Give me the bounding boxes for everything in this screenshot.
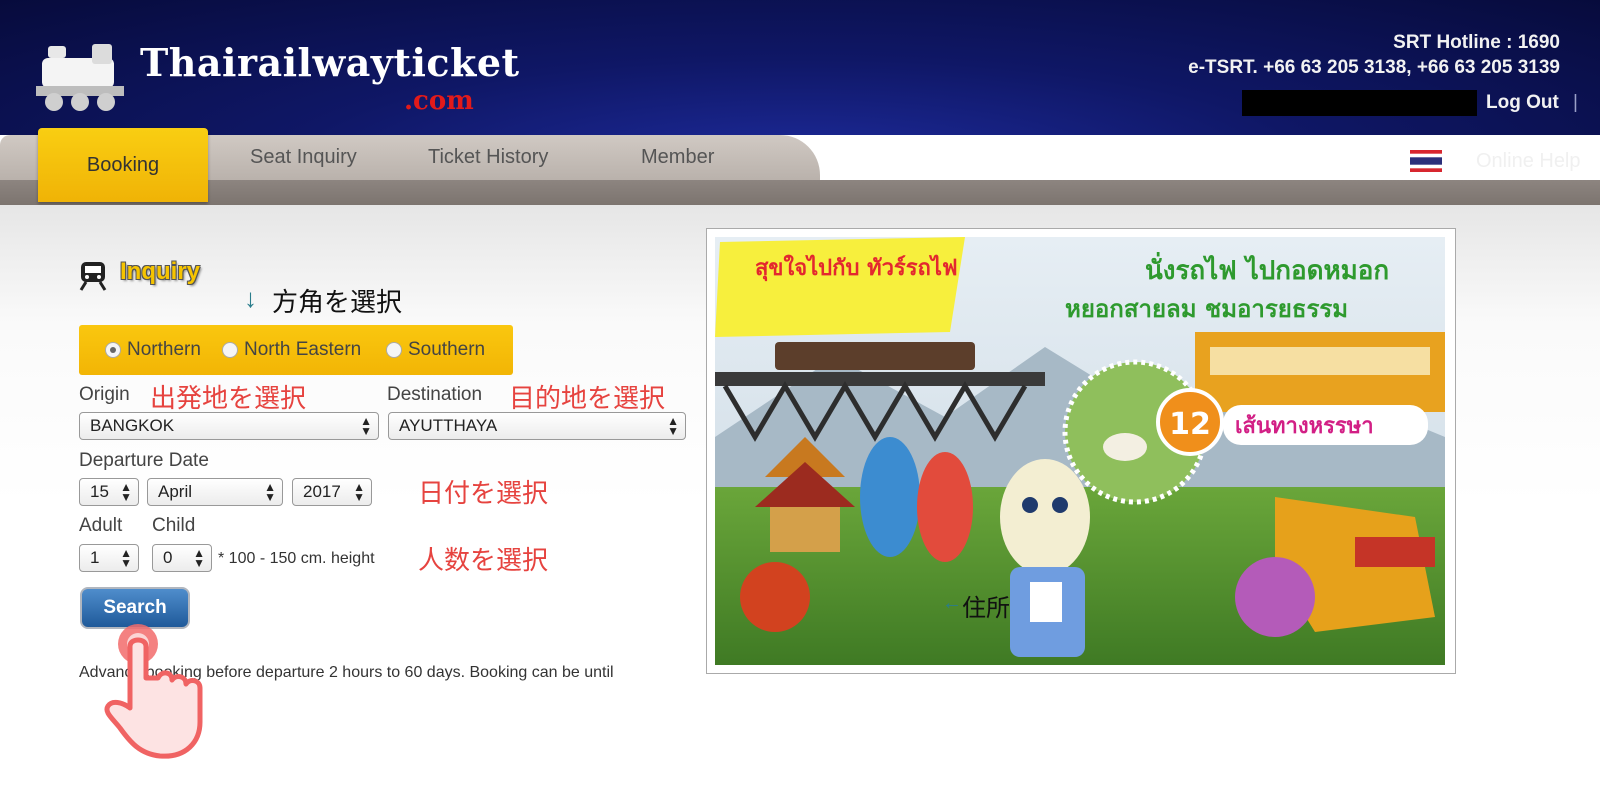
annotation-address: 住所 xyxy=(962,595,1010,622)
annotation-origin: 出発地を選択 xyxy=(150,383,307,413)
hotline-line-2: e-TSRT. +66 63 205 3138, +66 63 205 3139 xyxy=(1188,57,1560,78)
child-value: 0 xyxy=(163,548,173,567)
height-note: * 100 - 150 cm. height xyxy=(218,550,375,567)
train-icon xyxy=(79,262,107,291)
inquiry-title: Inquiry xyxy=(120,258,201,285)
select-arrows-icon: ▲ ▼ xyxy=(193,546,205,570)
child-select[interactable]: 0 ▲ ▼ xyxy=(152,544,212,572)
select-arrows-icon: ▲ ▼ xyxy=(360,414,372,438)
select-arrows-icon: ▲ ▼ xyxy=(120,546,132,570)
annotation-direction-arrow: ↓ xyxy=(244,283,257,313)
year-select[interactable]: 2017 ▲ ▼ xyxy=(292,478,372,506)
tab-ticket-history[interactable]: Ticket History xyxy=(428,146,548,169)
adult-value: 1 xyxy=(90,548,100,567)
pointing-hand-icon xyxy=(104,624,203,759)
radio-north-eastern[interactable]: North Eastern xyxy=(222,339,361,361)
thai-flag-icon[interactable] xyxy=(1410,150,1442,172)
tour-banner[interactable]: สุขใจไปกับ ทัวร์รถไฟ นั่งรถไฟ ไปกอดหมอก … xyxy=(706,228,1456,674)
destination-select[interactable]: AYUTTHAYA ▲ ▼ xyxy=(388,412,686,440)
radio-label-southern: Southern xyxy=(408,339,486,360)
origin-label: Origin xyxy=(79,384,130,405)
child-label: Child xyxy=(152,515,196,536)
mascot-shape xyxy=(1000,459,1090,657)
adult-label: Adult xyxy=(79,515,123,536)
train-logo-icon[interactable] xyxy=(30,38,130,116)
tab-seat-inquiry[interactable]: Seat Inquiry xyxy=(250,146,357,169)
banner-tagline-1: สุขใจไปกับ ทัวร์รถไฟ xyxy=(755,254,958,282)
banner-badge-text: เส้นทางหรรษา xyxy=(1235,414,1374,439)
radio-dot[interactable] xyxy=(222,342,238,358)
logo-suffix[interactable]: .com xyxy=(404,86,474,116)
radio-label-northern: Northern xyxy=(127,339,201,360)
logo-text[interactable]: Thairailwayticket xyxy=(140,40,520,85)
annotation-address-arrow: ← xyxy=(942,592,962,614)
select-arrows-icon: ▲ ▼ xyxy=(120,480,132,504)
select-arrows-icon: ▲ ▼ xyxy=(353,480,365,504)
radio-dot[interactable] xyxy=(386,342,402,358)
day-select[interactable]: 15 ▲ ▼ xyxy=(79,478,139,506)
annotation-destination: 目的地を選択 xyxy=(509,383,666,413)
departure-date-label: Departure Date xyxy=(79,450,209,471)
year-value: 2017 xyxy=(303,482,341,501)
origin-value: BANGKOK xyxy=(90,416,175,435)
month-select[interactable]: April ▲ ▼ xyxy=(147,478,283,506)
banner-badge-number: 12 xyxy=(1169,407,1211,442)
redacted-username xyxy=(1242,90,1477,116)
radio-dot-selected[interactable] xyxy=(105,342,121,358)
hotline-line-1: SRT Hotline : 1690 xyxy=(1393,32,1560,53)
adult-select[interactable]: 1 ▲ ▼ xyxy=(79,544,139,572)
online-help-link[interactable]: Online Help xyxy=(1476,150,1581,173)
banner-headline-2: หยอกสายลม ชมอารยธรรม xyxy=(1065,295,1348,323)
logout-separator: | xyxy=(1573,92,1578,113)
banner-image: สุขใจไปกับ ทัวร์รถไฟ นั่งรถไฟ ไปกอดหมอก … xyxy=(715,237,1445,665)
annotation-date: 日付を選択 xyxy=(418,478,549,508)
destination-label: Destination xyxy=(387,384,483,405)
destination-value: AYUTTHAYA xyxy=(399,416,498,435)
hotline-info: SRT Hotline : 1690 e-TSRT. +66 63 205 31… xyxy=(1188,30,1560,80)
month-value: April xyxy=(158,482,193,501)
day-value: 15 xyxy=(90,482,109,501)
nav-underbar xyxy=(0,180,1600,205)
radio-label-north-eastern: North Eastern xyxy=(244,339,362,360)
tab-booking[interactable]: Booking xyxy=(38,128,208,202)
radio-northern[interactable]: Northern xyxy=(105,339,201,361)
radio-southern[interactable]: Southern xyxy=(386,339,485,361)
tab-member[interactable]: Member xyxy=(641,146,714,169)
origin-select[interactable]: BANGKOK ▲ ▼ xyxy=(79,412,379,440)
annotation-direction: 方角を選択 xyxy=(272,287,403,317)
tab-booking-label: Booking xyxy=(86,154,160,176)
banner-illustration: สุขใจไปกับ ทัวร์รถไฟ นั่งรถไฟ ไปกอดหมอก … xyxy=(715,237,1445,665)
banner-headline-1: นั่งรถไฟ ไปกอดหมอก xyxy=(1145,251,1389,286)
select-arrows-icon: ▲ ▼ xyxy=(667,414,679,438)
annotation-people: 人数を選択 xyxy=(418,545,549,575)
logout-link[interactable]: Log Out xyxy=(1486,92,1559,114)
select-arrows-icon: ▲ ▼ xyxy=(264,480,276,504)
